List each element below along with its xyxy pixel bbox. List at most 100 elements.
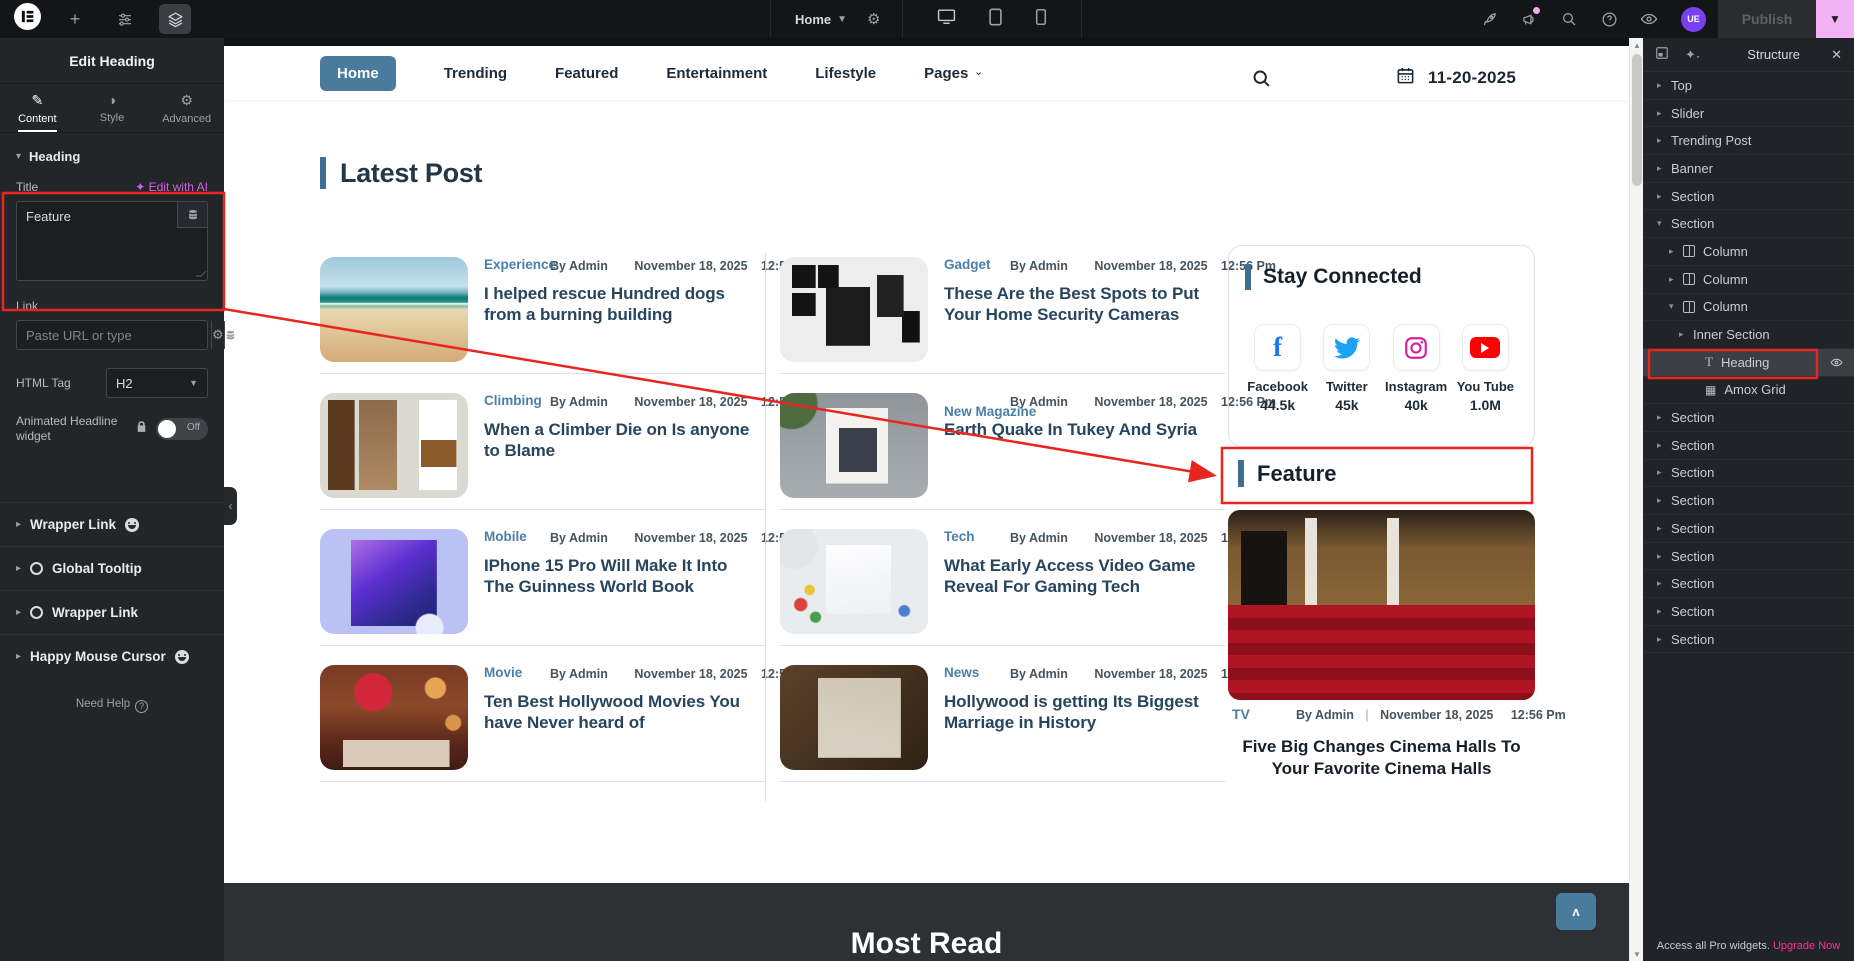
post-author[interactable]: By Admin [1010, 667, 1068, 681]
structure-item[interactable]: T ▦ Column [1643, 266, 1854, 294]
structure-item[interactable]: T ▦ Column [1643, 238, 1854, 266]
title-textarea[interactable]: Feature [16, 201, 208, 281]
feature-heading-widget[interactable]: Feature [1238, 460, 1336, 487]
panel-accordion-item[interactable]: ▸ Wrapper Link [0, 590, 224, 634]
resize-handle[interactable] [195, 271, 206, 277]
caret-icon[interactable] [1669, 246, 1683, 257]
post-category[interactable]: Tech [944, 529, 975, 544]
caret-icon[interactable] [1657, 551, 1671, 562]
structure-item[interactable]: T ▦ Section [1643, 432, 1854, 460]
heading-accordion[interactable]: ▾ Heading [0, 133, 224, 176]
caret-icon[interactable] [1669, 301, 1683, 312]
social-item[interactable]: f Twitter 45k [1312, 324, 1381, 413]
caret-icon[interactable] [1657, 467, 1671, 478]
edit-with-ai-button[interactable]: ✦ Edit with AI [135, 180, 208, 194]
whats-new-megaphone-icon[interactable] [1509, 0, 1549, 38]
post-item[interactable]: Experience By Admin November 18, 2025 12… [320, 238, 765, 374]
social-icon-box[interactable]: f [1462, 324, 1509, 371]
post-author[interactable]: By Admin [1296, 708, 1354, 722]
post-thumbnail[interactable] [780, 665, 928, 770]
need-help-link[interactable]: Need Help? [0, 698, 224, 713]
structure-item[interactable]: T ▦ Column [1643, 294, 1854, 322]
social-item[interactable]: f Facebook 44.5k [1243, 324, 1312, 413]
post-item[interactable]: Climbing By Admin November 18, 2025 12:5… [320, 374, 765, 510]
page-settings-gear-icon[interactable]: ⚙ [867, 10, 880, 28]
link-dynamic-tags-icon[interactable] [224, 321, 236, 349]
nav-item[interactable]: Trending [444, 65, 507, 82]
panel-tab[interactable]: ✎ Content [0, 84, 75, 132]
post-category[interactable]: Gadget [944, 257, 991, 272]
structure-item[interactable]: T ▦ Top [1643, 72, 1854, 100]
post-category[interactable]: New Magazine [944, 404, 1036, 419]
post-author[interactable]: By Admin [1010, 259, 1068, 273]
caret-icon[interactable] [1657, 606, 1671, 617]
caret-icon[interactable] [1657, 191, 1671, 202]
nav-item[interactable]: Featured [555, 65, 618, 82]
panel-accordion-item[interactable]: ▸ Wrapper Link [0, 502, 224, 546]
structure-item[interactable]: T ▦ Slider [1643, 100, 1854, 128]
site-search-icon[interactable] [1251, 68, 1272, 94]
caret-icon[interactable] [1657, 523, 1671, 534]
post-item[interactable]: Movie By Admin November 18, 2025 12:56 P… [320, 646, 765, 782]
post-author[interactable]: By Admin [550, 531, 608, 545]
structure-item[interactable]: T ▦ Section [1643, 570, 1854, 598]
scrollbar-up-arrow[interactable]: ▲ [1630, 38, 1643, 52]
structure-item[interactable]: T ▦ Section [1643, 626, 1854, 654]
caret-icon[interactable] [1657, 440, 1671, 451]
post-item[interactable]: Tech By Admin November 18, 2025 12:56 Pm… [780, 510, 1225, 646]
social-icon-box[interactable]: f [1393, 324, 1440, 371]
panel-collapse-handle[interactable]: ‹ [224, 487, 237, 525]
tablet-mode-icon[interactable] [988, 8, 1003, 31]
nav-item[interactable]: Lifestyle [815, 65, 876, 82]
caret-icon[interactable] [1657, 634, 1671, 645]
nav-item[interactable]: Pages [924, 65, 968, 82]
caret-icon[interactable] [1657, 495, 1671, 506]
post-thumbnail[interactable] [320, 393, 468, 498]
post-item[interactable]: Gadget By Admin November 18, 2025 12:56 … [780, 238, 1225, 374]
post-item[interactable]: News By Admin November 18, 2025 12:56 Pm… [780, 646, 1225, 782]
post-thumbnail[interactable] [320, 529, 468, 634]
post-category[interactable]: TV [1232, 706, 1250, 722]
post-thumbnail[interactable] [780, 257, 928, 362]
help-icon[interactable] [1589, 0, 1629, 38]
structure-item[interactable]: T ▦ Heading [1643, 349, 1854, 377]
post-title[interactable]: These Are the Best Spots to Put Your Hom… [944, 283, 1216, 325]
structure-item[interactable]: T ▦ Inner Section [1643, 321, 1854, 349]
html-tag-select[interactable]: H2 ▼ [106, 368, 208, 398]
post-thumbnail[interactable] [780, 393, 928, 498]
caret-icon[interactable] [1657, 80, 1671, 91]
post-thumbnail[interactable] [320, 665, 468, 770]
tv-post-thumbnail[interactable] [1228, 510, 1535, 700]
checklist-rocket-icon[interactable] [1469, 0, 1509, 38]
panel-tab[interactable]: ◑ Style [75, 84, 150, 132]
elementor-logo[interactable] [14, 3, 41, 35]
animated-headline-toggle[interactable]: Off [156, 418, 208, 440]
pages-chevron-icon[interactable]: ⌄ [974, 65, 983, 78]
post-author[interactable]: By Admin [550, 667, 608, 681]
structure-item[interactable]: T ▦ Section [1643, 515, 1854, 543]
link-options-gear-icon[interactable]: ⚙ [211, 321, 224, 349]
nav-item[interactable]: Home [320, 56, 396, 91]
caret-icon[interactable] [1657, 163, 1671, 174]
chevron-down-icon[interactable]: ▼ [837, 14, 847, 25]
user-avatar[interactable]: UE [1681, 7, 1706, 32]
post-title[interactable]: IPhone 15 Pro Will Make It Into The Guin… [484, 555, 756, 597]
social-item[interactable]: f You Tube 1.0M [1451, 324, 1520, 413]
canvas-scrollbar[interactable]: ▲ ▼ [1629, 38, 1643, 961]
post-thumbnail[interactable] [320, 257, 468, 362]
scrollbar-down-arrow[interactable]: ▼ [1630, 947, 1643, 961]
upgrade-now-link[interactable]: Upgrade Now [1773, 940, 1840, 952]
structure-item[interactable]: T ▦ Section [1643, 543, 1854, 571]
eye-icon[interactable] [1829, 356, 1844, 372]
scroll-to-top-button[interactable]: ᴧ [1556, 893, 1596, 930]
post-title[interactable]: I helped rescue Hundred dogs from a burn… [484, 283, 756, 325]
close-icon[interactable]: ✕ [1831, 47, 1842, 63]
caret-icon[interactable] [1657, 108, 1671, 119]
caret-icon[interactable] [1679, 329, 1693, 340]
post-title[interactable]: What Early Access Video Game Reveal For … [944, 555, 1216, 597]
desktop-mode-icon[interactable] [937, 8, 956, 30]
post-author[interactable]: By Admin [1010, 531, 1068, 545]
finder-search-icon[interactable] [1549, 0, 1589, 38]
panel-tab[interactable]: ⚙ Advanced [149, 84, 224, 132]
post-author[interactable]: By Admin [550, 395, 608, 409]
